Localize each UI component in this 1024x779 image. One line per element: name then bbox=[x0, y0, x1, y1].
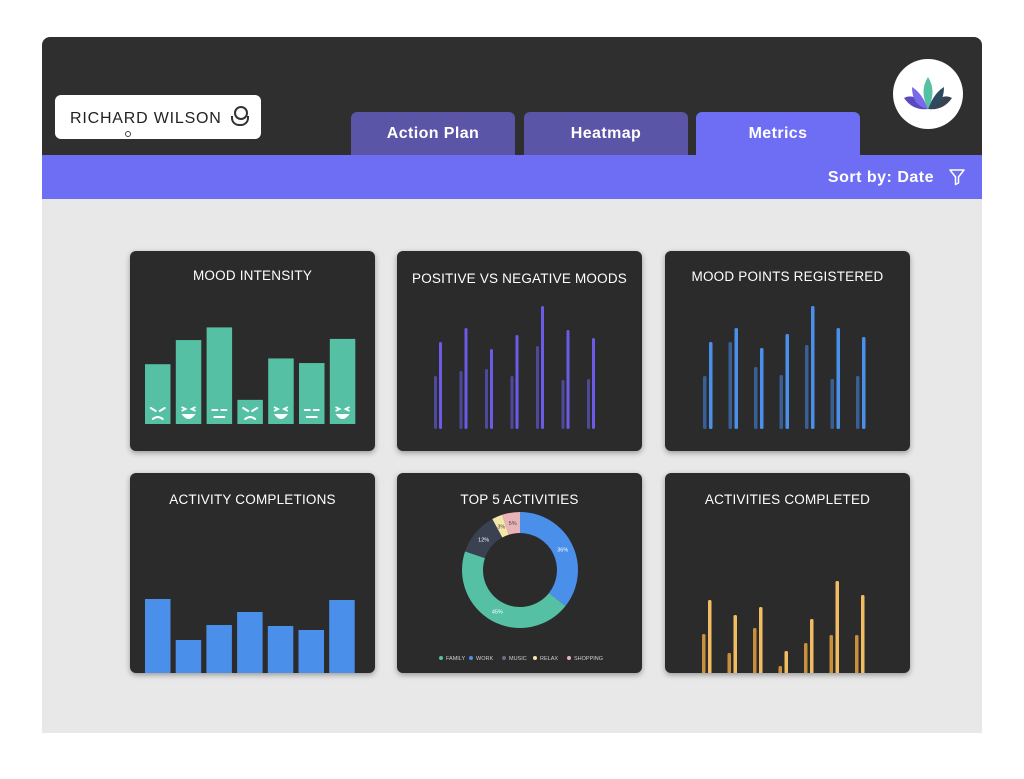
sort-bar: Sort by: Date bbox=[42, 155, 982, 199]
legend-label: RELAX bbox=[540, 656, 558, 662]
user-icon[interactable] bbox=[231, 106, 249, 128]
bar bbox=[855, 635, 859, 673]
mood-intensity-card: MOOD INTENSITY bbox=[130, 251, 375, 451]
bar bbox=[561, 380, 565, 429]
user-profile-box[interactable]: RICHARD WILSON bbox=[55, 95, 261, 139]
top-5-activities-chart: 36% 45% 12% 3% 5% FAMILY WORK MUSIC RELAX SHOPPIN… bbox=[439, 512, 603, 662]
legend-label: WORK bbox=[476, 656, 493, 662]
bar bbox=[510, 376, 514, 429]
bar bbox=[727, 653, 731, 673]
bar bbox=[439, 342, 442, 429]
slice-work bbox=[520, 512, 578, 606]
bar bbox=[490, 349, 493, 429]
bar bbox=[709, 342, 713, 429]
legend-label: FAMILY bbox=[446, 656, 465, 662]
bar bbox=[175, 340, 202, 424]
lotus-logo-icon[interactable] bbox=[893, 59, 963, 129]
bar bbox=[805, 345, 809, 429]
activity-completions-card: ACTIVITY COMPLETIONS bbox=[130, 473, 375, 673]
top-bar: RICHARD WILSON Action Plan Heatmap Metri… bbox=[42, 37, 982, 155]
bar bbox=[329, 600, 355, 673]
bar bbox=[702, 634, 706, 673]
app-window: RICHARD WILSON Action Plan Heatmap Metri… bbox=[42, 37, 982, 733]
legend-dot bbox=[502, 656, 506, 660]
slice-label: 5% bbox=[509, 521, 517, 527]
bar bbox=[329, 338, 356, 424]
bar bbox=[829, 635, 833, 673]
top-5-activities-card: TOP 5 ACTIVITIES 36% 45% 12% 3% 5% FAMILY WORK… bbox=[397, 473, 642, 673]
mood-points-chart bbox=[703, 306, 866, 429]
bar bbox=[779, 375, 783, 429]
bar bbox=[237, 399, 263, 424]
bar bbox=[804, 643, 808, 673]
slice-family bbox=[462, 551, 566, 628]
legend-dot bbox=[469, 656, 473, 660]
bar bbox=[536, 346, 539, 429]
bar bbox=[835, 581, 839, 673]
bar bbox=[760, 348, 764, 429]
legend-dot bbox=[439, 656, 443, 660]
bar bbox=[267, 626, 294, 673]
user-name: RICHARD WILSON bbox=[70, 110, 222, 127]
bar bbox=[830, 379, 834, 429]
bar bbox=[175, 640, 202, 673]
positive-negative-moods-card: POSITIVE VS NEGATIVE MOODS bbox=[397, 251, 642, 451]
bar bbox=[861, 595, 865, 673]
bar bbox=[145, 599, 171, 673]
bar bbox=[206, 327, 233, 424]
activity-completions-chart bbox=[145, 599, 355, 673]
bar bbox=[778, 666, 782, 673]
bar bbox=[728, 342, 732, 429]
status-dot bbox=[125, 131, 131, 137]
activities-completed-chart bbox=[702, 581, 865, 673]
legend-dot bbox=[567, 656, 571, 660]
bar bbox=[734, 328, 738, 429]
bar bbox=[592, 338, 595, 429]
bar bbox=[566, 330, 570, 429]
bar bbox=[862, 337, 866, 429]
positive-negative-moods-chart bbox=[434, 306, 595, 429]
slice-label: 3% bbox=[497, 524, 505, 530]
bar bbox=[703, 376, 707, 429]
bar bbox=[515, 335, 519, 429]
mood-points-card: MOOD POINTS REGISTERED bbox=[665, 251, 910, 451]
bar bbox=[541, 306, 544, 429]
bar bbox=[708, 600, 712, 673]
filter-icon[interactable] bbox=[948, 168, 966, 186]
legend-label: SHOPPING bbox=[574, 656, 603, 662]
slice-label: 45% bbox=[492, 610, 503, 616]
bar bbox=[434, 376, 437, 429]
slice-label: 12% bbox=[478, 537, 489, 543]
bar bbox=[754, 367, 758, 429]
bar bbox=[759, 607, 763, 673]
bar bbox=[753, 628, 757, 673]
bar bbox=[206, 625, 232, 673]
bar bbox=[733, 615, 737, 673]
bar bbox=[836, 328, 840, 429]
tab-action-plan[interactable]: Action Plan bbox=[351, 112, 515, 155]
bar bbox=[811, 306, 815, 429]
tab-heatmap[interactable]: Heatmap bbox=[524, 112, 688, 155]
bar bbox=[459, 371, 463, 429]
bar bbox=[237, 612, 263, 673]
bar bbox=[145, 364, 171, 424]
sort-by-date[interactable]: Sort by: Date bbox=[828, 169, 934, 187]
bar bbox=[856, 376, 860, 429]
slice-label: 36% bbox=[557, 547, 568, 553]
legend-dot bbox=[533, 656, 537, 660]
tab-metrics[interactable]: Metrics bbox=[696, 112, 860, 155]
bar bbox=[784, 651, 788, 673]
bar bbox=[485, 369, 488, 429]
bar bbox=[785, 334, 789, 429]
bar bbox=[810, 619, 814, 673]
legend-label: MUSIC bbox=[509, 656, 527, 662]
mood-intensity-chart bbox=[145, 327, 356, 424]
activities-completed-card: ACTIVITIES COMPLETED bbox=[665, 473, 910, 673]
bar bbox=[587, 379, 590, 429]
bar bbox=[299, 363, 325, 424]
bar bbox=[298, 630, 324, 673]
bar bbox=[464, 328, 468, 429]
